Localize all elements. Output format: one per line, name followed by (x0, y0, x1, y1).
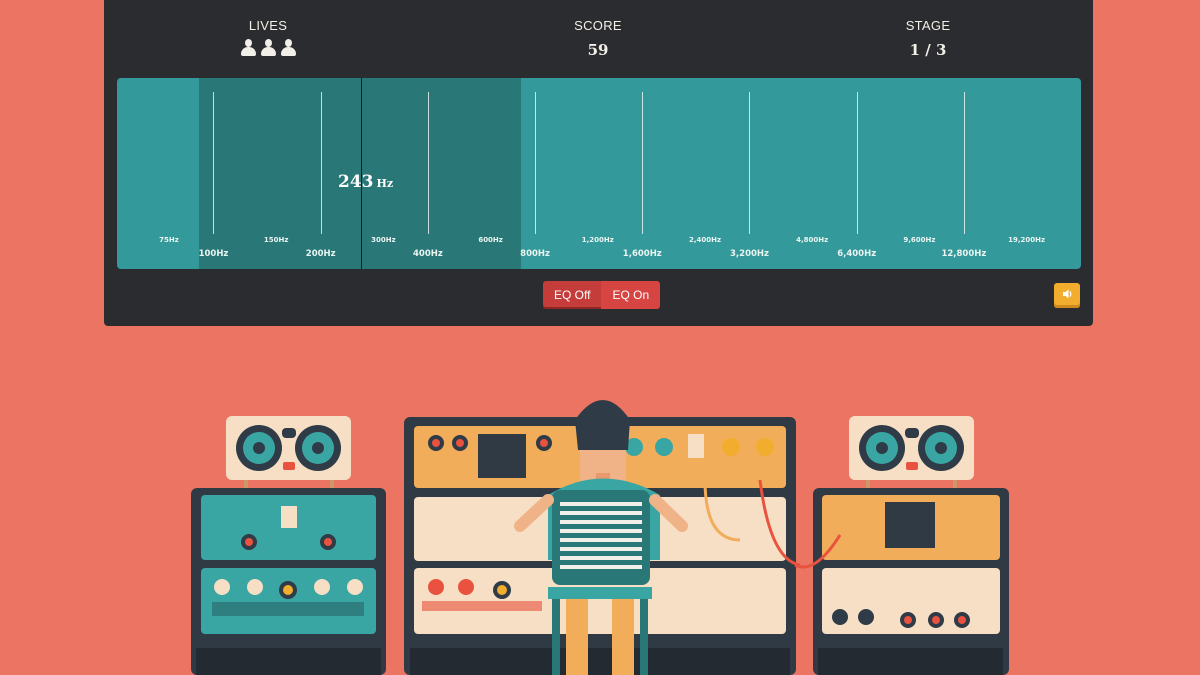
frequency-label-large: 6,400Hz (837, 249, 877, 259)
frequency-label-small: 2,400Hz (688, 236, 722, 244)
frequency-gridline (535, 92, 537, 234)
frequency-gridline (320, 92, 322, 234)
score-label: SCORE (574, 18, 622, 33)
game-panel: LIVES SCORE 59 STAGE 1 / 3 75Hz 150Hz 300H… (104, 0, 1093, 326)
frequency-label-small: 4,800Hz (796, 236, 829, 244)
frequency-readout-unit: Hz (376, 177, 394, 190)
right-tape-deck (849, 416, 974, 490)
frequency-gridline (213, 92, 215, 234)
frequency-label-large: 12,800Hz (941, 249, 987, 259)
frequency-label-large: 3,200Hz (730, 249, 769, 259)
frequency-gridline (963, 92, 965, 234)
frequency-label-small: 300Hz (371, 236, 396, 244)
frequency-spectrum[interactable]: 75Hz 150Hz 300Hz 600Hz 1,200Hz 2,400Hz 4,800Hz… (117, 78, 1081, 269)
studio-illustration (191, 400, 1009, 675)
life-person-icon (240, 39, 257, 56)
frequency-readout: 243 Hz (338, 172, 393, 192)
frequency-gridline (749, 92, 751, 234)
eq-toggle[interactable]: EQ Off EQ On (543, 281, 661, 309)
frequency-gridline (856, 92, 858, 234)
stage-value: 1 / 3 (909, 41, 947, 59)
score-value: 59 (587, 41, 609, 59)
frequency-readout-value: 243 (338, 172, 374, 192)
frequency-label-small: 9,600Hz (903, 236, 936, 244)
right-synth-rack (794, 488, 1009, 675)
stage-display: STAGE 1 / 3 (848, 18, 1008, 59)
frequency-label-small: 150Hz (263, 236, 289, 244)
lives-label: LIVES (248, 18, 288, 33)
eq-on-button[interactable]: EQ On (601, 281, 661, 309)
score-display: SCORE 59 (518, 18, 678, 59)
frequency-label-large: 200Hz (305, 249, 336, 259)
frequency-label-small: 19,200Hz (1008, 236, 1046, 244)
frequency-label-large: 1,600Hz (622, 249, 662, 259)
lives-icons (188, 39, 348, 56)
left-tape-deck (226, 416, 351, 490)
frequency-gridline (642, 92, 644, 234)
eq-off-button[interactable]: EQ Off (543, 281, 602, 309)
stage-label: STAGE (905, 18, 951, 33)
frequency-label-large: 100Hz (198, 249, 229, 259)
frequency-label-small: 75Hz (159, 236, 179, 244)
frequency-label-large: 400Hz (412, 249, 443, 259)
frequency-label-large: 800Hz (520, 249, 550, 259)
frequency-gridline (427, 92, 429, 234)
sound-button[interactable] (1054, 283, 1080, 308)
lives-display: LIVES (188, 18, 348, 56)
left-synth-rack (191, 488, 386, 675)
speaker-icon (1063, 289, 1072, 299)
frequency-label-small: 600Hz (478, 236, 503, 244)
frequency-label-small: 1,200Hz (581, 236, 614, 244)
life-person-icon (260, 39, 277, 56)
life-person-icon (280, 39, 297, 56)
